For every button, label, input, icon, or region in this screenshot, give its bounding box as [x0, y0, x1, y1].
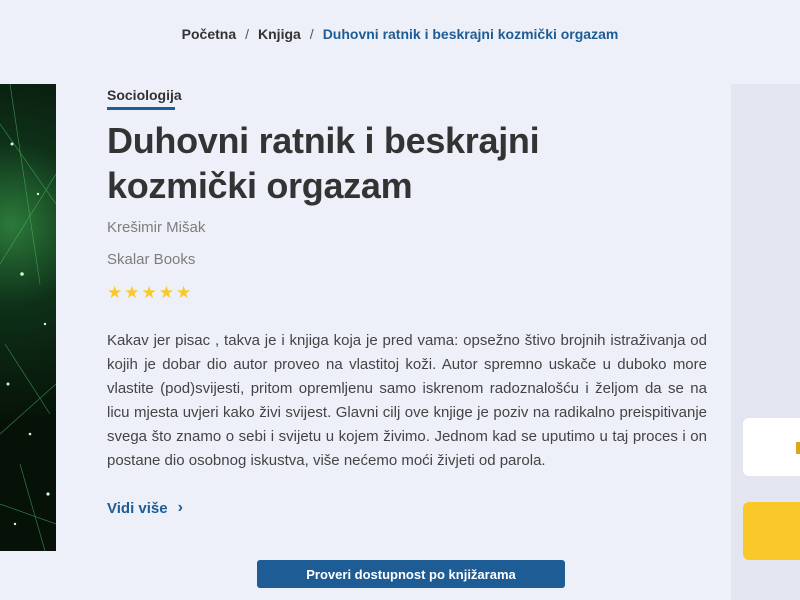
breadcrumb-current: Duhovni ratnik i beskrajni kozmički orga…: [322, 26, 619, 42]
star-icon: ★: [124, 283, 140, 302]
breadcrumb-separator: /: [309, 26, 314, 42]
star-icon: ★: [141, 283, 157, 302]
price-card-edge: [796, 442, 800, 454]
cover-artwork: [0, 84, 56, 551]
breadcrumb-home-link[interactable]: Početna: [182, 26, 236, 42]
chevron-right-icon: ›: [177, 499, 183, 516]
price-card[interactable]: [743, 418, 800, 476]
book-publisher[interactable]: Skalar Books: [107, 251, 195, 268]
book-cover-image[interactable]: [0, 84, 56, 551]
star-icon: ★: [158, 283, 174, 302]
read-more-link[interactable]: Vidi više ›: [107, 499, 183, 517]
read-more-label: Vidi više: [107, 499, 168, 517]
book-description: Kakav jer pisac , takva je i knjiga koja…: [107, 332, 707, 469]
check-availability-button[interactable]: Proveri dostupnost po knjižarama: [257, 560, 565, 588]
breadcrumb: Početna / Knjiga / Duhovni ratnik i beskrajn…: [0, 26, 800, 42]
breadcrumb-section-link[interactable]: Knjiga: [258, 26, 301, 42]
add-to-cart-button[interactable]: [743, 502, 800, 560]
book-title: Duhovni ratnik i beskrajni kozmički orga…: [107, 120, 540, 206]
category-underline: [107, 107, 175, 110]
rating-stars: ★ ★ ★ ★ ★: [107, 284, 191, 301]
star-icon: ★: [176, 283, 192, 302]
book-category[interactable]: Sociologija: [107, 87, 182, 103]
book-author[interactable]: Krešimir Mišak: [107, 219, 205, 236]
star-icon: ★: [107, 283, 123, 302]
breadcrumb-separator: /: [245, 26, 250, 42]
